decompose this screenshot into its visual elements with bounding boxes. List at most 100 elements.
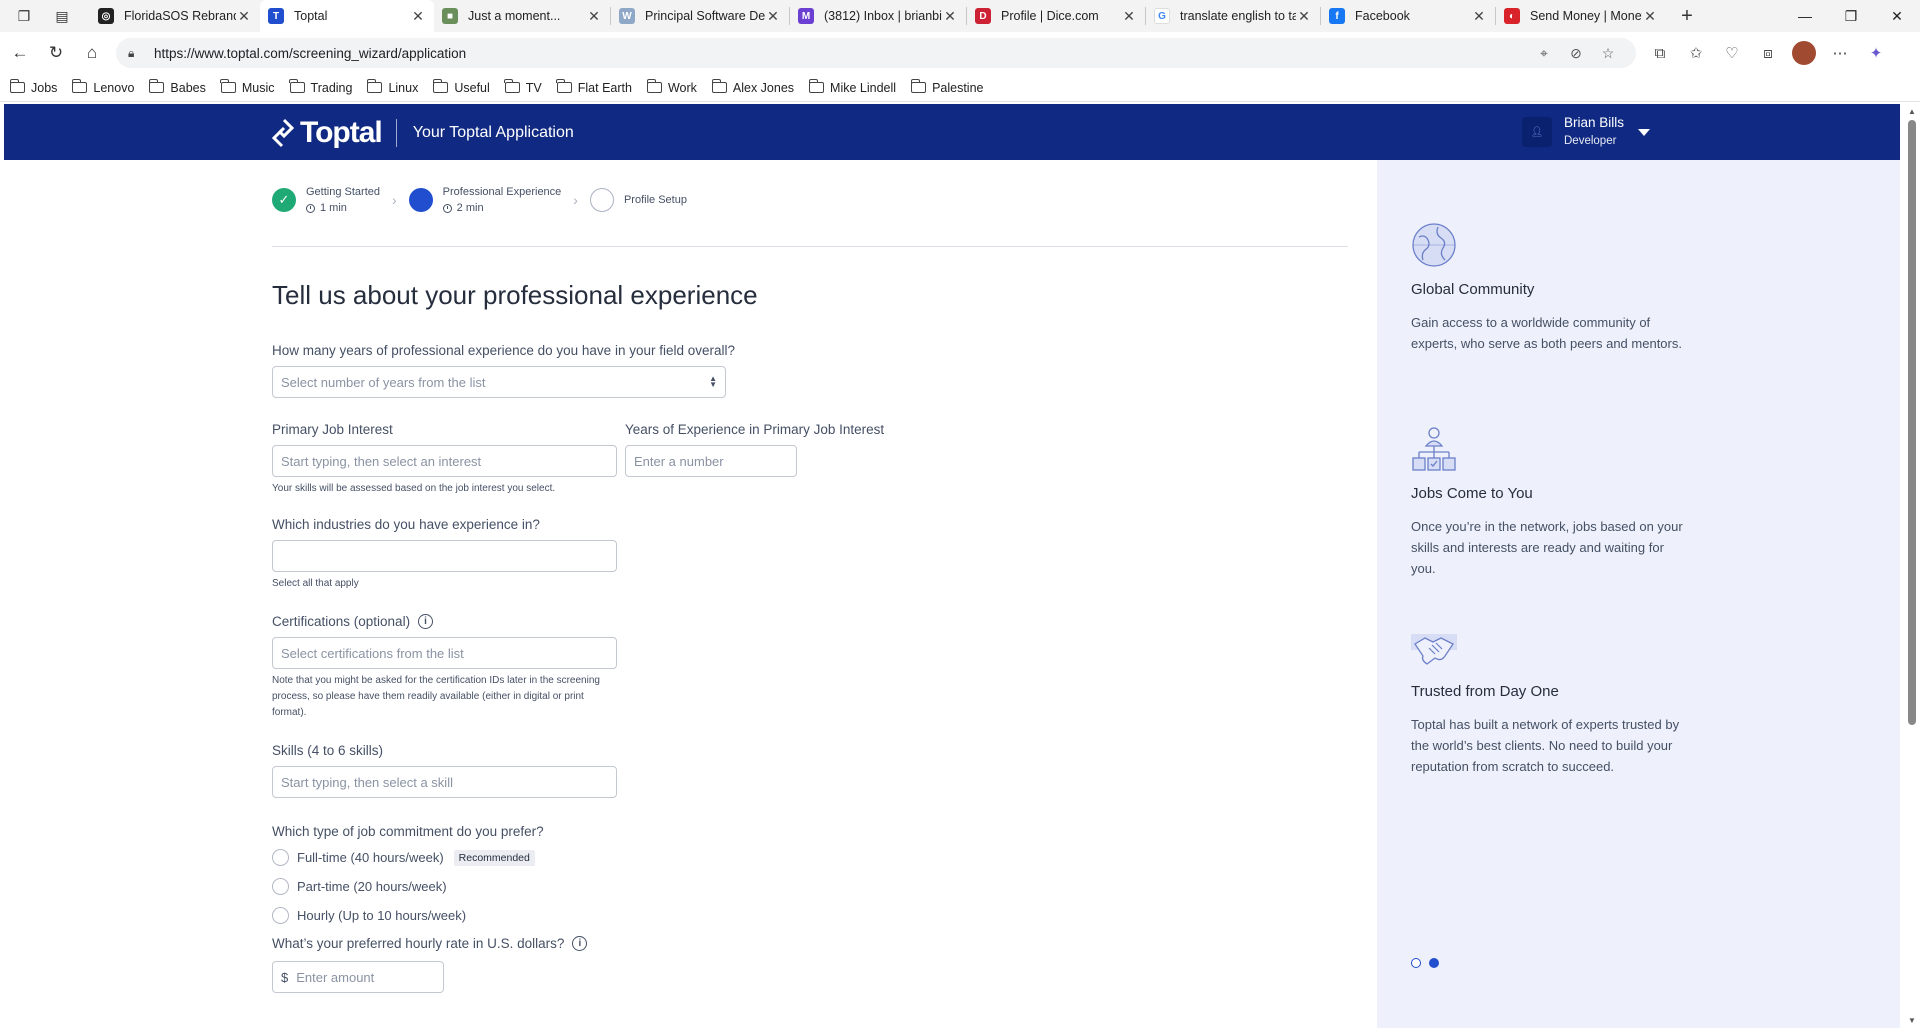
bookmark-folder[interactable]: Flat Earth: [556, 79, 632, 95]
info-icon[interactable]: i: [418, 614, 434, 629]
new-tab-button[interactable]: +: [1672, 1, 1702, 31]
restore-icon[interactable]: ❐: [1828, 0, 1874, 32]
tab-close-icon[interactable]: ✕: [942, 8, 958, 25]
carousel-dot-2[interactable]: [1429, 958, 1439, 968]
extensions-icon[interactable]: ⧉: [1642, 37, 1678, 69]
user-menu[interactable]: 👤︎ Brian Bills Developer: [1522, 114, 1651, 150]
refresh-icon[interactable]: ↻: [40, 37, 72, 69]
location-icon[interactable]: ⌖: [1528, 45, 1560, 62]
skills-input[interactable]: Start typing, then select a skill: [272, 766, 617, 798]
tab-close-icon[interactable]: ✕: [586, 8, 602, 25]
radio-button[interactable]: [272, 878, 289, 895]
page-scrollbar[interactable]: ▲ ▼: [1904, 104, 1920, 1028]
collections-icon[interactable]: ⧈: [1750, 37, 1786, 69]
bookmark-folder[interactable]: Useful: [432, 79, 490, 95]
user-avatar[interactable]: 👤︎: [1522, 117, 1552, 147]
carousel-dot-1[interactable]: [1411, 958, 1421, 968]
bookmark-folder[interactable]: Music: [220, 79, 275, 95]
info-icon[interactable]: i: [572, 936, 588, 951]
certifications-select[interactable]: Select certifications from the list: [272, 637, 617, 669]
more-options-icon[interactable]: ⋯: [1822, 37, 1858, 69]
commitment-option[interactable]: Full-time (40 hours/week) Recommended: [272, 849, 1352, 866]
copilot-icon[interactable]: ✦: [1858, 37, 1894, 69]
bookmark-folder[interactable]: Lenovo: [72, 79, 134, 95]
scrollbar-thumb[interactable]: [1908, 120, 1916, 725]
years-select[interactable]: Select number of years from the list ▲ ▼: [272, 366, 726, 398]
url-text[interactable]: https://www.toptal.com/screening_wizard/…: [154, 46, 1528, 61]
bookmark-folder[interactable]: Babes: [149, 79, 206, 95]
step-indicator: [589, 188, 614, 212]
bookmark-folder[interactable]: Linux: [367, 79, 418, 95]
url-field[interactable]: 🔒︎ https://www.toptal.com/screening_wiza…: [116, 38, 1636, 68]
bookmark-folder[interactable]: Work: [646, 79, 697, 95]
bookmark-folder[interactable]: Trading: [289, 79, 352, 95]
tab-close-icon[interactable]: ✕: [1471, 8, 1487, 25]
home-icon[interactable]: ⌂: [76, 37, 108, 69]
close-window-icon[interactable]: ✕: [1874, 0, 1920, 32]
folder-icon: [72, 79, 88, 93]
browser-tab[interactable]: ■ Just a moment... ✕: [434, 0, 610, 32]
commitment-option[interactable]: Hourly (Up to 10 hours/week): [272, 907, 1352, 924]
commitment-option-label[interactable]: Part-time (20 hours/week): [297, 879, 447, 894]
browser-tab[interactable]: W Principal Software Dev ✕: [611, 0, 789, 32]
workspaces-icon[interactable]: ❐: [10, 2, 38, 30]
browser-tab[interactable]: Gtranslate english to ta ✕: [1146, 0, 1320, 32]
toptal-logo[interactable]: Toptal Your Toptal Application: [272, 116, 574, 150]
profile-avatar[interactable]: [1786, 37, 1822, 69]
years-primary-input[interactable]: Enter a number: [625, 445, 797, 477]
primary-job-input[interactable]: Start typing, then select an interest: [272, 445, 617, 477]
favorite-star-icon[interactable]: ☆: [1592, 45, 1624, 62]
tab-close-icon[interactable]: ✕: [765, 8, 781, 25]
tab-close-icon[interactable]: ✕: [236, 8, 252, 25]
step-name: Getting Started: [306, 186, 380, 198]
lock-icon[interactable]: 🔒︎: [128, 46, 144, 61]
radio-button[interactable]: [272, 849, 289, 866]
bookmark-folder[interactable]: Mike Lindell: [808, 79, 896, 95]
browser-tab[interactable]: T Toptal ✕: [260, 0, 434, 32]
years-select-placeholder: Select number of years from the list: [281, 374, 486, 390]
browser-tab[interactable]: ◐ Send Money | MoneyG✕: [1496, 0, 1666, 32]
tab-close-icon[interactable]: ✕: [1121, 8, 1137, 25]
step-2: Professional Experience 2 min: [408, 186, 561, 214]
bookmark-folder[interactable]: Jobs: [9, 79, 57, 95]
tab-title: (3812) Inbox | brianbill: [824, 9, 942, 23]
bookmark-folder[interactable]: Alex Jones: [711, 79, 794, 95]
chevron-right-icon: ›: [573, 192, 578, 208]
commitment-option[interactable]: Part-time (20 hours/week): [272, 878, 1352, 895]
browser-essentials-icon[interactable]: ♡: [1714, 37, 1750, 69]
browser-tab[interactable]: f Facebook ✕: [1321, 0, 1495, 32]
bookmark-folder[interactable]: Palestine: [910, 79, 984, 95]
scroll-up-icon[interactable]: ▲: [1904, 107, 1920, 116]
years-label: How many years of professional experienc…: [272, 343, 736, 358]
radio-button[interactable]: [272, 907, 289, 924]
browser-tab[interactable]: ◎ FloridaSOS Rebrand – I✕: [90, 0, 260, 32]
globe-icon: [1412, 223, 1456, 267]
vertical-tabs-icon[interactable]: ▤: [48, 2, 76, 30]
chevron-down-icon[interactable]: [1638, 128, 1651, 136]
tab-close-icon[interactable]: ✕: [1642, 8, 1658, 25]
folder-icon: [808, 79, 825, 93]
favorites-icon[interactable]: ✩: [1678, 37, 1714, 69]
tab-close-icon[interactable]: ✕: [410, 8, 426, 25]
industries-input[interactable]: [272, 540, 617, 572]
browser-tab[interactable]: M (3812) Inbox | brianbill ✕: [790, 0, 966, 32]
commitment-option-label[interactable]: Full-time (40 hours/week): [297, 850, 444, 865]
address-bar-row: ← ↻ ⌂ 🔒︎ https://www.toptal.com/screenin…: [0, 32, 1920, 74]
folder-icon: [367, 79, 383, 93]
industries-hint: Select all that apply: [272, 578, 359, 589]
rate-label-row: What’s your preferred hourly rate in U.S…: [272, 936, 1352, 951]
minimize-icon[interactable]: —: [1782, 0, 1828, 32]
tab-title: Principal Software Dev: [645, 9, 765, 23]
rate-label: What’s your preferred hourly rate in U.S…: [272, 936, 565, 951]
toolbar-icons: ⧉ ✩ ♡ ⧈ ⋯ ✦: [1642, 37, 1894, 69]
back-icon[interactable]: ←: [4, 37, 36, 69]
tab-title: Just a moment...: [468, 9, 561, 23]
tab-close-icon[interactable]: ✕: [1296, 8, 1312, 25]
tracking-prevention-icon[interactable]: ⊘: [1560, 45, 1592, 62]
rate-placeholder: Enter amount: [296, 969, 375, 985]
commitment-option-label[interactable]: Hourly (Up to 10 hours/week): [297, 908, 466, 923]
bookmark-folder[interactable]: TV: [504, 79, 542, 95]
browser-tab[interactable]: D Profile | Dice.com ✕: [967, 0, 1145, 32]
rate-input[interactable]: $ Enter amount: [272, 961, 444, 993]
scroll-down-icon[interactable]: ▼: [1904, 1016, 1920, 1025]
